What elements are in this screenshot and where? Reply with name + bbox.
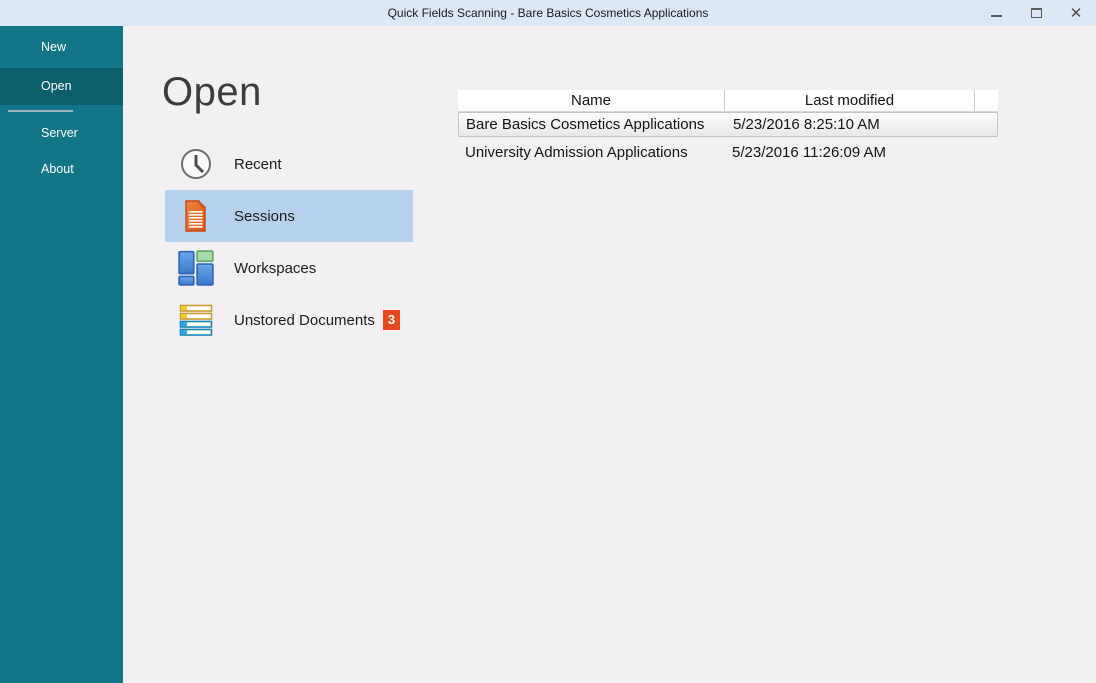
maximize-button[interactable]: [1016, 0, 1056, 26]
sidebar-item-new[interactable]: New: [0, 32, 123, 62]
table-header: Name Last modified: [458, 90, 998, 112]
sessions-table: Name Last modified Bare Basics Cosmetics…: [458, 90, 998, 165]
sidebar-item-server[interactable]: Server: [0, 118, 123, 148]
category-label: Sessions: [234, 208, 295, 225]
sidebar-item-about[interactable]: About: [0, 154, 123, 184]
category-item-sessions[interactable]: Sessions: [165, 190, 413, 242]
session-last-modified: 5/23/2016 11:26:09 AM: [725, 144, 975, 161]
session-last-modified: 5/23/2016 8:25:10 AM: [726, 116, 976, 133]
minimize-icon: [991, 15, 1002, 17]
sidebar-item-open[interactable]: Open: [0, 68, 123, 105]
category-item-unstored-documents[interactable]: Unstored Documents 3: [165, 294, 413, 346]
category-label: Recent: [234, 156, 282, 173]
window-title: Quick Fields Scanning - Bare Basics Cosm…: [388, 6, 709, 20]
close-button[interactable]: ✕: [1056, 0, 1096, 26]
titlebar: Quick Fields Scanning - Bare Basics Cosm…: [0, 0, 1096, 26]
session-name: Bare Basics Cosmetics Applications: [459, 116, 726, 133]
table-row[interactable]: University Admission Applications 5/23/2…: [458, 140, 998, 165]
session-document-icon: [178, 198, 214, 234]
unstored-documents-icon: [178, 302, 214, 338]
open-category-list: Recent: [165, 138, 413, 346]
close-icon: ✕: [1070, 6, 1083, 21]
workspaces-tiles-icon: [178, 250, 214, 286]
maximize-icon: [1031, 8, 1042, 18]
window-controls: ✕: [976, 0, 1096, 26]
clock-icon: [178, 146, 214, 182]
category-label: Workspaces: [234, 260, 316, 277]
unstored-count-badge: 3: [383, 310, 400, 330]
sidebar-divider: [8, 110, 73, 112]
page-title: Open: [162, 70, 262, 115]
category-item-workspaces[interactable]: Workspaces: [165, 242, 413, 294]
table-row[interactable]: Bare Basics Cosmetics Applications 5/23/…: [458, 112, 998, 137]
minimize-button[interactable]: [976, 0, 1016, 26]
column-header-name[interactable]: Name: [458, 90, 725, 111]
backstage-sidebar: New Open Server About: [0, 26, 123, 683]
category-label: Unstored Documents: [234, 312, 375, 329]
app-window: Quick Fields Scanning - Bare Basics Cosm…: [0, 0, 1096, 683]
column-header-last-modified[interactable]: Last modified: [725, 90, 975, 111]
category-item-recent[interactable]: Recent: [165, 138, 413, 190]
main-panel: Open Recent: [123, 26, 1096, 683]
column-header-extra: [975, 90, 998, 111]
session-name: University Admission Applications: [458, 144, 725, 161]
